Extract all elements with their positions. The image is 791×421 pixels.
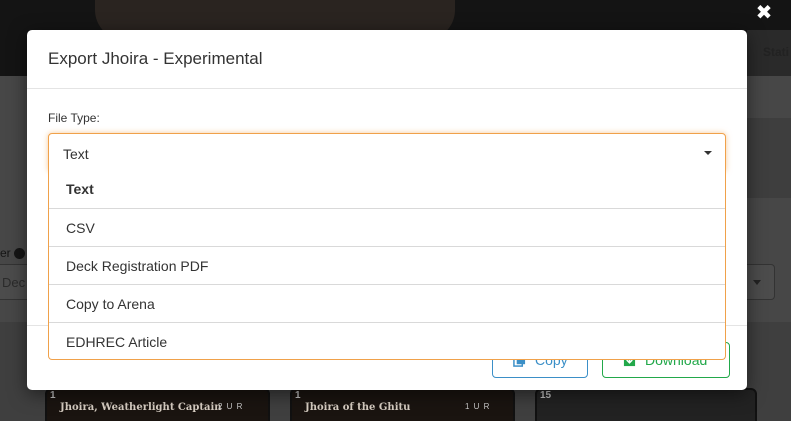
file-type-label: File Type: bbox=[48, 111, 100, 125]
background-select-text: Dec bbox=[2, 275, 26, 290]
card-name: Jhoira, Weatherlight Captain bbox=[60, 402, 222, 413]
dropdown-option-label: EDHREC Article bbox=[66, 334, 168, 350]
dropdown-option-label: CSV bbox=[66, 220, 95, 236]
dropdown-option-label: Text bbox=[66, 181, 94, 197]
card-mana: 2 U R bbox=[218, 402, 244, 411]
dropdown-option-edhrec-article[interactable]: EDHREC Article bbox=[49, 322, 725, 360]
card-mana: 1 U R bbox=[465, 402, 491, 411]
card-name: Jhoira of the Ghitu bbox=[305, 402, 411, 413]
file-type-select[interactable]: Text bbox=[48, 133, 726, 171]
dropdown-option-label: Copy to Arena bbox=[66, 296, 155, 312]
file-type-dropdown: Text CSV Deck Registration PDF Copy to A… bbox=[48, 170, 726, 360]
background-nav-fragment: Stati bbox=[763, 45, 790, 59]
background-panel bbox=[745, 118, 791, 198]
modal-title: Export Jhoira - Experimental bbox=[48, 49, 263, 68]
card-count: 1 bbox=[50, 390, 56, 401]
dropdown-option-deck-registration-pdf[interactable]: Deck Registration PDF bbox=[49, 246, 725, 284]
card-tile bbox=[535, 388, 757, 421]
chevron-down-icon bbox=[704, 151, 712, 155]
dropdown-option-label: Deck Registration PDF bbox=[66, 258, 209, 274]
info-icon bbox=[14, 248, 25, 259]
modal-header: Export Jhoira - Experimental bbox=[27, 30, 747, 89]
dropdown-option-text[interactable]: Text bbox=[49, 170, 725, 208]
file-type-selected-value: Text bbox=[63, 146, 89, 162]
card-count: 1 bbox=[295, 390, 301, 401]
background-filter-label: er bbox=[0, 246, 11, 260]
dropdown-option-csv[interactable]: CSV bbox=[49, 208, 725, 246]
chevron-down-icon bbox=[753, 280, 761, 285]
dropdown-option-copy-to-arena[interactable]: Copy to Arena bbox=[49, 284, 725, 322]
export-modal: Export Jhoira - Experimental File Type: … bbox=[27, 30, 747, 390]
card-count: 15 bbox=[540, 390, 552, 401]
close-icon[interactable]: ✖ bbox=[754, 2, 774, 22]
